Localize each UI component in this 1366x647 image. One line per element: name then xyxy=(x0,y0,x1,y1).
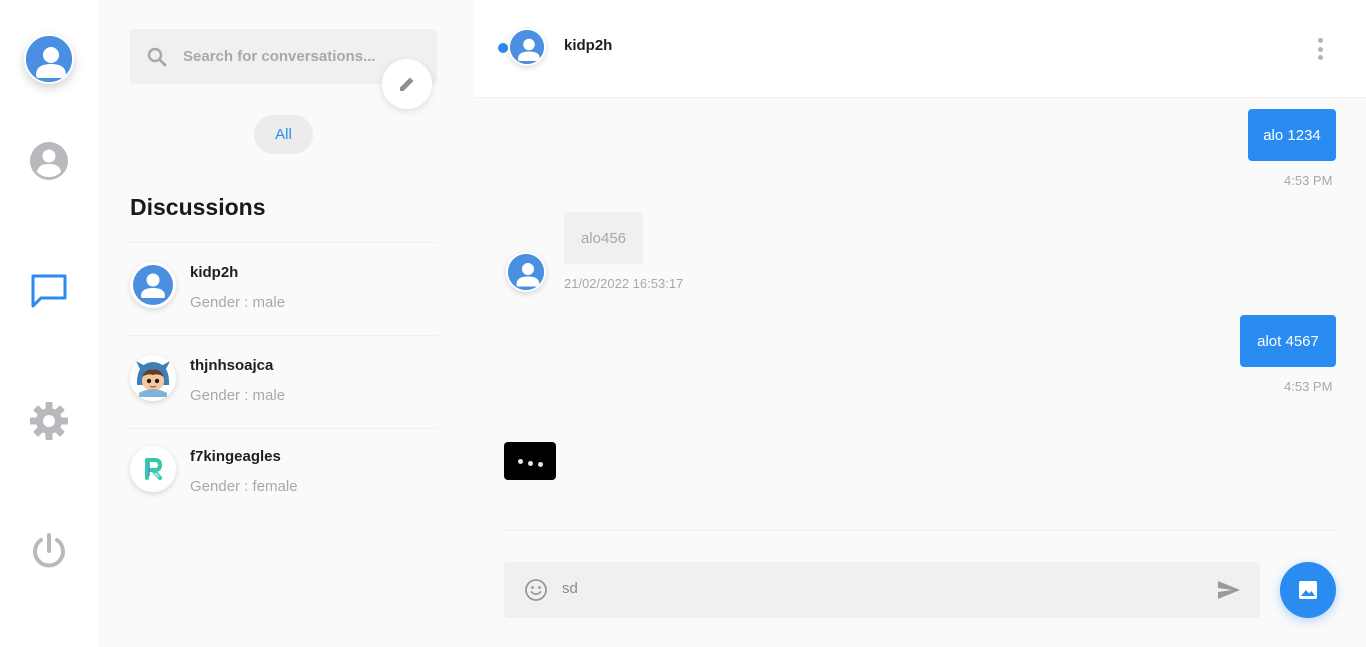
user-avatar-icon xyxy=(510,30,544,64)
emoji-button[interactable] xyxy=(524,578,548,602)
conversation-subtitle: Gender : male xyxy=(190,387,286,404)
pencil-icon xyxy=(400,77,414,91)
chat-bubble-icon xyxy=(31,274,67,308)
conversation-name: f7kingeagles xyxy=(190,448,281,465)
message-timestamp: 21/02/2022 16:53:17 xyxy=(564,276,684,291)
send-button[interactable] xyxy=(1216,578,1242,602)
user-avatar-icon xyxy=(508,254,544,290)
conversation-subtitle: Gender : female xyxy=(190,478,298,495)
message-composer xyxy=(504,562,1260,618)
composer-divider xyxy=(504,530,1336,531)
discussions-heading: Discussions xyxy=(130,194,266,220)
conversation-item[interactable]: f7kingeagles Gender : female xyxy=(128,428,438,520)
search-icon xyxy=(147,47,167,66)
nav-rail xyxy=(0,0,98,647)
smiley-icon xyxy=(525,579,547,601)
message-timestamp: 4:53 PM xyxy=(1284,379,1333,394)
conversation-subtitle: Gender : male xyxy=(190,294,286,311)
cartoon-character-avatar xyxy=(130,355,176,401)
avatar xyxy=(130,446,176,492)
image-icon xyxy=(1299,581,1317,599)
avatar xyxy=(130,355,176,401)
gear-icon xyxy=(30,402,68,440)
incoming-message-bubble: alo456 xyxy=(564,212,643,264)
typing-indicator xyxy=(504,442,556,480)
message-timestamp: 4:53 PM xyxy=(1284,173,1333,188)
conversation-list-panel: All Discussions kidp2h Gender : male xyxy=(98,0,474,647)
settings-button[interactable] xyxy=(28,400,70,442)
search-input[interactable] xyxy=(183,48,403,65)
letter-r-logo-icon xyxy=(130,446,176,492)
more-options-button[interactable] xyxy=(1308,36,1332,62)
user-avatar-icon xyxy=(133,265,173,305)
typing-dot-icon xyxy=(537,461,543,467)
conversation-name: kidp2h xyxy=(190,264,239,281)
contacts-button[interactable] xyxy=(28,140,70,182)
filter-all-chip[interactable]: All xyxy=(254,115,313,154)
chat-header: kidp2h xyxy=(474,0,1366,98)
power-icon xyxy=(33,533,65,568)
contact-avatar[interactable] xyxy=(508,28,546,66)
kebab-dot-icon xyxy=(1317,38,1323,43)
send-icon xyxy=(1218,581,1240,599)
outgoing-message-bubble: alot 4567 xyxy=(1240,315,1336,367)
conversation-item[interactable]: kidp2h Gender : male xyxy=(128,242,438,334)
send-image-button[interactable] xyxy=(1280,562,1336,618)
avatar xyxy=(130,262,176,308)
user-circle-icon xyxy=(30,142,68,180)
typing-dot-icon xyxy=(527,460,533,466)
outgoing-message-bubble: alo 1234 xyxy=(1248,109,1336,161)
conversation-item[interactable]: thjnhsoajca Gender : male xyxy=(128,335,438,427)
kebab-dot-icon xyxy=(1317,55,1323,60)
chat-panel: kidp2h alo 1234 4:53 PM alo456 21/02/202… xyxy=(474,0,1366,647)
conversation-name: thjnhsoajca xyxy=(190,357,274,374)
new-conversation-button[interactable] xyxy=(382,59,432,109)
logout-button[interactable] xyxy=(28,530,70,572)
chats-button[interactable] xyxy=(28,270,70,312)
message-input[interactable] xyxy=(562,580,1162,597)
kebab-dot-icon xyxy=(1317,46,1323,52)
user-avatar-icon xyxy=(26,36,72,82)
typing-dot-icon xyxy=(517,458,523,464)
sender-avatar xyxy=(506,252,546,292)
online-status-dot xyxy=(498,43,508,53)
my-avatar[interactable] xyxy=(24,34,74,84)
contact-name: kidp2h xyxy=(564,37,613,54)
